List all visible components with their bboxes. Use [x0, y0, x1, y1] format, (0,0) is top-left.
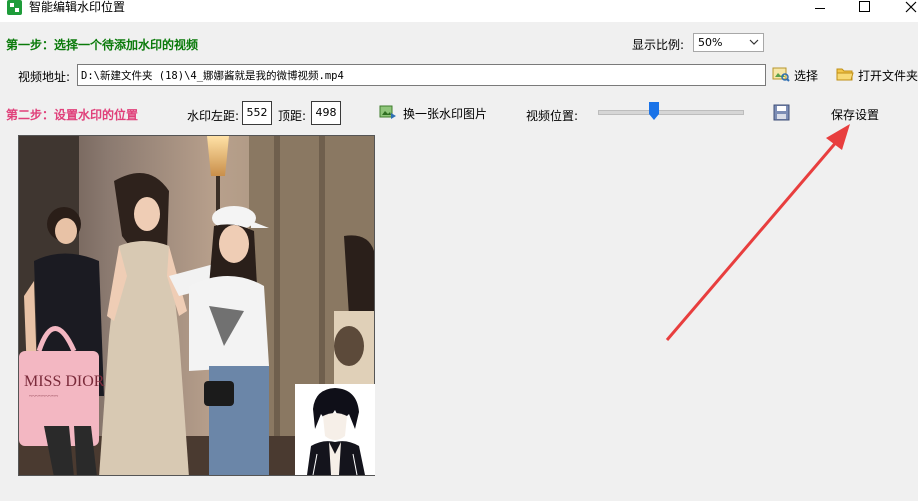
image-swap-icon	[379, 104, 397, 120]
image-search-icon	[772, 66, 790, 82]
slider-thumb-handle[interactable]	[649, 102, 660, 120]
step2-heading: 第二步：设置水印的位置	[6, 108, 139, 122]
open-folder-label: 打开文件夹	[858, 69, 918, 83]
video-position-label: 视频位置:	[526, 109, 579, 123]
watermark-image[interactable]	[295, 384, 375, 475]
maximize-icon[interactable]	[842, 0, 888, 18]
video-path-label: 视频地址:	[18, 70, 71, 84]
scale-select[interactable]: 50%	[693, 33, 764, 52]
scale-value: 50%	[698, 36, 723, 49]
app-logo-icon	[7, 0, 22, 15]
folder-icon	[836, 66, 854, 82]
replace-watermark-label: 换一张水印图片	[403, 107, 488, 121]
minimize-icon[interactable]	[798, 0, 844, 18]
watermark-top-label: 顶距:	[278, 109, 307, 123]
scale-label: 显示比例:	[632, 38, 685, 52]
window-title: 智能编辑水印位置	[29, 0, 126, 14]
title-bar: 智能编辑水印位置	[0, 0, 918, 22]
poster-text-1: MISS DIOR	[24, 373, 105, 390]
video-path-input[interactable]: D:\新建文件夹 (18)\4_娜娜酱就是我的微博视频.mp4	[77, 64, 766, 86]
watermark-left-label: 水印左距:	[187, 109, 240, 123]
select-button-label: 选择	[794, 69, 819, 83]
close-icon[interactable]	[888, 0, 918, 18]
step1-heading: 第一步：选择一个待添加水印的视频	[6, 38, 199, 52]
watermark-left-input[interactable]: 552	[242, 101, 272, 125]
floppy-disk-icon[interactable]	[773, 104, 790, 121]
save-settings-button[interactable]: 保存设置	[831, 106, 879, 123]
anime-character-image	[295, 384, 375, 475]
watermark-top-input[interactable]: 498	[311, 101, 341, 125]
poster-text-2: ~~~~~~~~~	[29, 394, 59, 400]
video-position-slider[interactable]	[598, 110, 744, 115]
chevron-down-icon	[749, 36, 759, 50]
